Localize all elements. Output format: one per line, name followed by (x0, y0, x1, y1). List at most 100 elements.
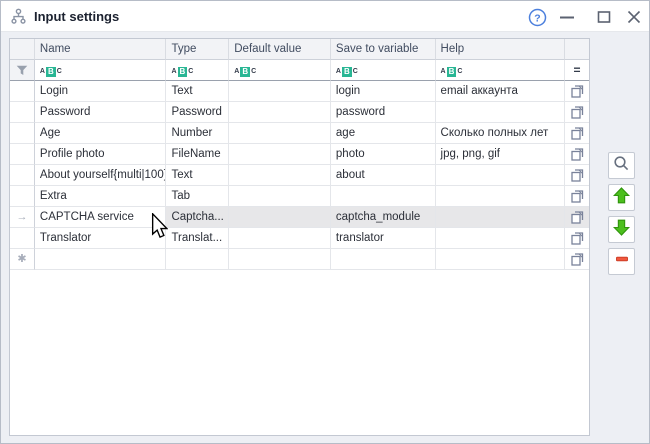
cell-name[interactable]: Age (35, 123, 167, 144)
column-header-type[interactable]: Type (166, 39, 229, 60)
move-up-button[interactable] (608, 184, 635, 211)
cell-help[interactable]: email аккаунта (436, 81, 566, 102)
copy-cell (565, 102, 589, 123)
cell-help[interactable] (436, 186, 566, 207)
cell-type[interactable]: Translat... (166, 228, 229, 249)
cell-variable[interactable] (331, 186, 436, 207)
abc-filter-icon: ABC (40, 67, 62, 77)
cell-help[interactable]: jpg, png, gif (436, 144, 566, 165)
table-row[interactable]: About yourself{multi|100}Text about (10, 165, 589, 186)
table-row[interactable]: PasswordPassword password (10, 102, 589, 123)
cell-name[interactable]: CAPTCHA service (35, 207, 167, 228)
cell-variable[interactable]: age (331, 123, 436, 144)
grid-new-row[interactable]: ✱ (10, 249, 589, 270)
cell-type[interactable]: Text (166, 81, 229, 102)
filter-input-help[interactable]: ABC (436, 60, 566, 81)
cell-default[interactable] (229, 144, 331, 165)
cell-name[interactable] (35, 249, 167, 270)
copy-icon[interactable] (565, 165, 589, 185)
cell-type[interactable] (166, 249, 229, 270)
search-button[interactable] (608, 152, 635, 179)
cell-name[interactable]: Translator (35, 228, 167, 249)
cell-help[interactable] (436, 207, 566, 228)
copy-icon[interactable] (565, 249, 589, 269)
filter-funnel-icon[interactable] (10, 60, 35, 81)
filter-equals-icon[interactable]: = (565, 60, 589, 81)
abc-filter-icon: ABC (336, 67, 358, 77)
row-indicator-cell (10, 144, 35, 165)
cell-name[interactable]: About yourself{multi|100} (35, 165, 167, 186)
cell-variable[interactable]: captcha_module (331, 207, 436, 228)
cell-default[interactable] (229, 249, 331, 270)
cell-variable[interactable] (331, 249, 436, 270)
svg-text:?: ? (534, 12, 540, 24)
cell-help[interactable] (436, 249, 566, 270)
filter-input-save-to-variable[interactable]: ABC (331, 60, 436, 81)
column-header-copy (565, 39, 589, 60)
filter-input-default-value[interactable]: ABC (229, 60, 331, 81)
table-row[interactable]: →CAPTCHA serviceCaptcha...captcha_module (10, 207, 589, 228)
new-row-asterisk-icon: ✱ (10, 249, 35, 270)
cell-default[interactable] (229, 123, 331, 144)
copy-icon[interactable] (565, 123, 589, 143)
magnifier-icon (613, 155, 630, 177)
cell-variable[interactable]: translator (331, 228, 436, 249)
cell-name[interactable]: Profile photo (35, 144, 167, 165)
cell-type[interactable]: Text (166, 165, 229, 186)
column-header-help[interactable]: Help (436, 39, 566, 60)
cell-help[interactable] (436, 102, 566, 123)
maximize-icon[interactable] (594, 7, 614, 27)
cell-default[interactable] (229, 102, 331, 123)
copy-icon[interactable] (565, 228, 589, 248)
minimize-icon[interactable] (557, 7, 577, 27)
filter-input-type[interactable]: ABC (166, 60, 229, 81)
cell-help[interactable] (436, 228, 566, 249)
cell-default[interactable] (229, 207, 331, 228)
cell-type[interactable]: FileName (166, 144, 229, 165)
cell-name[interactable]: Extra (35, 186, 167, 207)
cell-default[interactable] (229, 165, 331, 186)
cell-type[interactable]: Captcha... (166, 207, 229, 228)
table-row[interactable]: LoginText loginemail аккаунта (10, 81, 589, 102)
row-indicator-cell (10, 81, 35, 102)
column-header-save-to-variable[interactable]: Save to variable (331, 39, 436, 60)
move-down-button[interactable] (608, 216, 635, 243)
cell-help[interactable] (436, 165, 566, 186)
cell-variable[interactable]: login (331, 81, 436, 102)
close-icon[interactable] (624, 7, 644, 27)
cell-type[interactable]: Tab (166, 186, 229, 207)
column-header-default-value[interactable]: Default value (229, 39, 331, 60)
cell-default[interactable] (229, 228, 331, 249)
table-row[interactable]: ExtraTab (10, 186, 589, 207)
copy-icon[interactable] (565, 102, 589, 122)
cell-variable[interactable]: password (331, 102, 436, 123)
titlebar: Input settings ? (1, 1, 649, 32)
help-circle-icon[interactable]: ? (527, 7, 547, 27)
cell-help[interactable]: Сколько полных лет (436, 123, 566, 144)
table-row[interactable]: Profile photoFileName photojpg, png, gif (10, 144, 589, 165)
cell-variable[interactable]: about (331, 165, 436, 186)
cell-name[interactable]: Password (35, 102, 167, 123)
filter-input-name[interactable]: ABC (35, 60, 167, 81)
copy-icon[interactable] (565, 81, 589, 101)
cell-type[interactable]: Password (166, 102, 229, 123)
copy-icon[interactable] (565, 144, 589, 164)
abc-filter-icon: ABC (441, 67, 463, 77)
cell-name[interactable]: Login (35, 81, 167, 102)
copy-cell (565, 81, 589, 102)
remove-button[interactable] (608, 248, 635, 275)
cell-variable[interactable]: photo (331, 144, 436, 165)
copy-icon[interactable] (565, 207, 589, 227)
copy-cell (565, 186, 589, 207)
input-settings-dialog: Input settings ? Name Type Default value… (0, 0, 650, 444)
table-row[interactable]: TranslatorTranslat... translator (10, 228, 589, 249)
cell-default[interactable] (229, 186, 331, 207)
header-indicator-cell (10, 39, 35, 60)
column-header-name[interactable]: Name (35, 39, 167, 60)
minus-icon (614, 251, 630, 272)
cell-default[interactable] (229, 81, 331, 102)
sitemap-icon (10, 8, 27, 25)
copy-icon[interactable] (565, 186, 589, 206)
table-row[interactable]: AgeNumber ageСколько полных лет (10, 123, 589, 144)
cell-type[interactable]: Number (166, 123, 229, 144)
